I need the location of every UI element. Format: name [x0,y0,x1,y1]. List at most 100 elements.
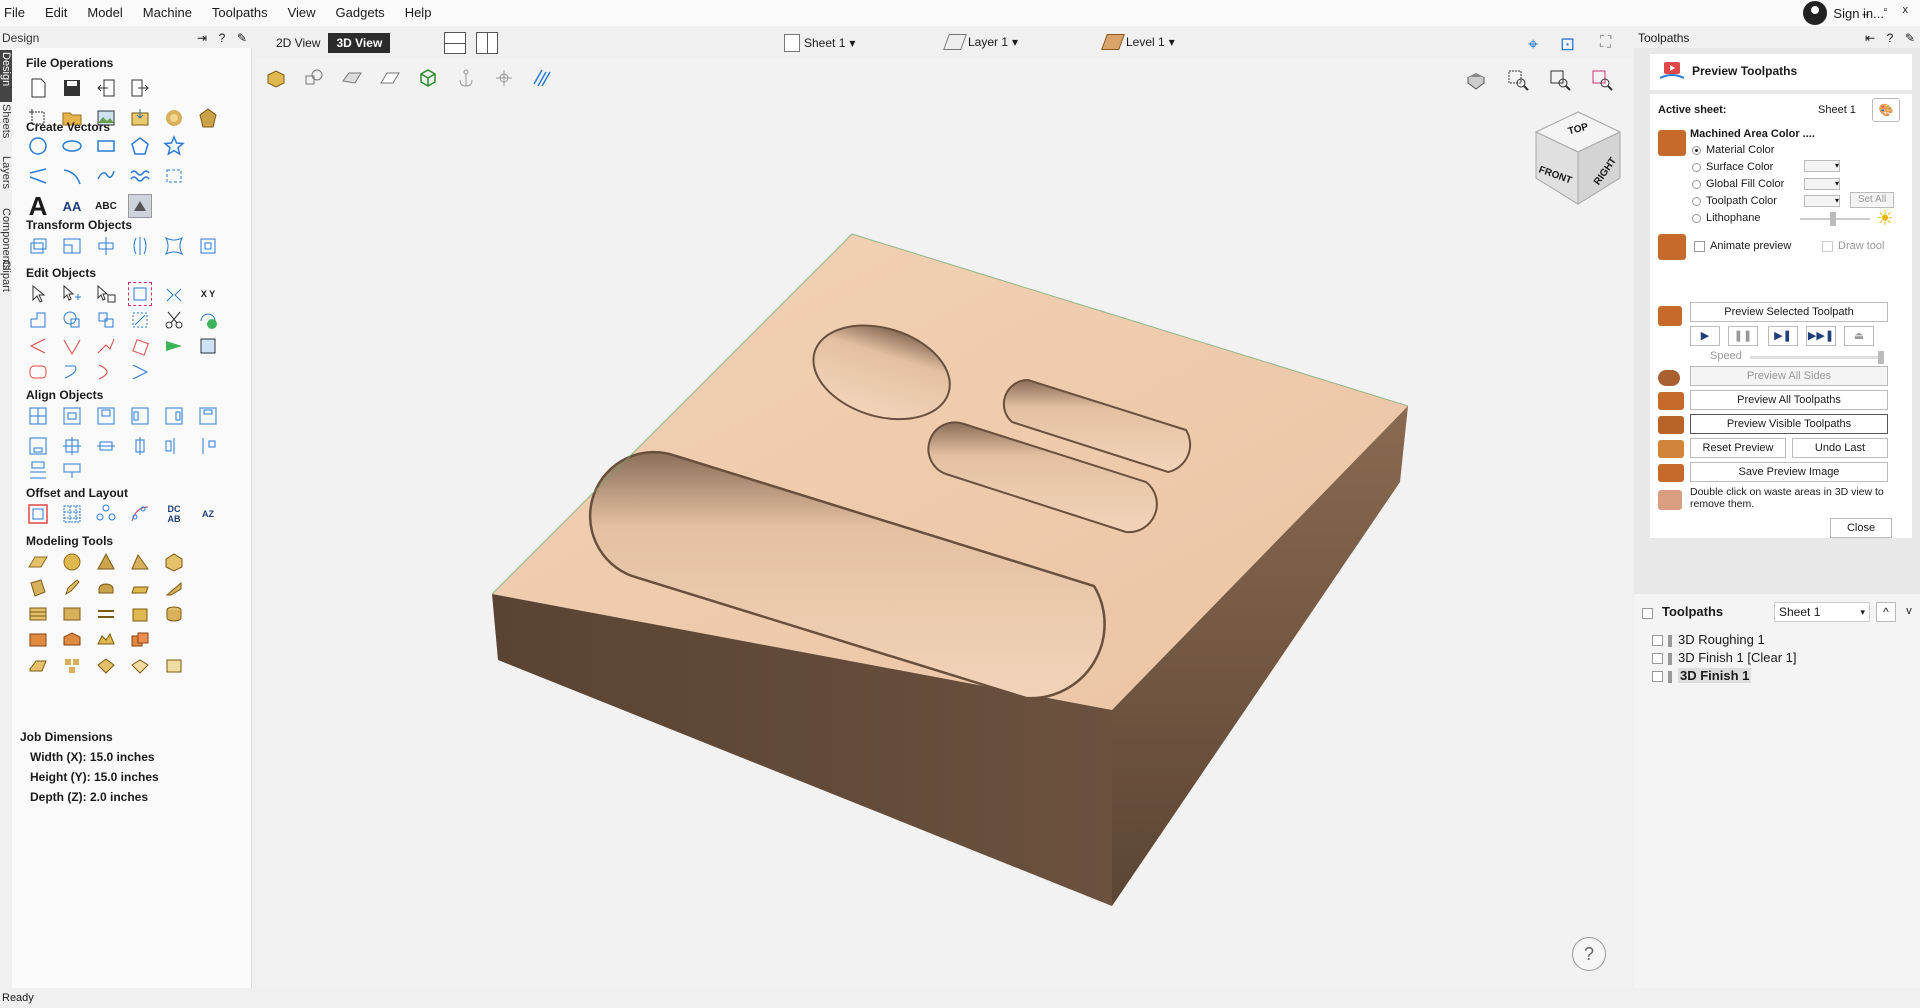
align-middle-icon[interactable] [60,404,84,428]
tab-components[interactable]: Components [0,206,12,270]
toolpath-item-3[interactable]: 3D Finish 1 [1652,668,1752,683]
node-edit-icon[interactable] [60,282,84,306]
zoom-box-icon[interactable] [1506,68,1530,92]
window-controls[interactable]: _ ▫ x [1862,4,1914,16]
sheet-dropdown[interactable]: Sheet 1 ▾ [784,34,855,52]
wave-icon[interactable] [128,164,152,188]
model-cut-icon[interactable] [60,628,84,652]
collapse-panel-icon[interactable]: ⇤ [1860,31,1880,45]
texture-icon[interactable] [196,334,220,358]
animate-preview-checkbox[interactable]: Animate preview [1694,240,1791,252]
tab-clipart[interactable]: Clipart [0,258,12,310]
close-button[interactable]: Close [1830,518,1892,538]
radio-global-fill[interactable] [1692,179,1701,189]
two-rail-icon[interactable] [128,550,152,574]
emboss-icon[interactable] [60,602,84,626]
help-button[interactable]: ? [1572,937,1606,971]
stack-model-icon[interactable] [162,602,186,626]
align-bottom-icon[interactable] [26,434,50,458]
slice-model-icon[interactable] [128,602,152,626]
align-center-both-icon[interactable] [26,404,50,428]
component-bake-icon[interactable] [94,654,118,678]
center-h-icon[interactable] [94,434,118,458]
extrude-weave-icon[interactable] [162,550,186,574]
extend-icon[interactable] [94,334,118,358]
scissors-icon[interactable] [162,308,186,332]
fullscreen-icon[interactable]: ⛶ [1600,34,1611,52]
radio-lithophane[interactable] [1692,213,1701,223]
draw-tool-checkbox[interactable]: Draw tool [1822,240,1884,252]
close-vectors-icon[interactable] [196,308,220,332]
interactive-trim-icon[interactable] [128,282,152,306]
offset-icon[interactable] [26,502,50,526]
nest-icon[interactable] [162,334,186,358]
chamfer-icon[interactable] [60,334,84,358]
lithophane-slider[interactable] [1800,212,1870,226]
rotate-icon[interactable] [94,234,118,258]
rounded-rect-icon[interactable] [26,360,50,384]
weld-icon[interactable] [162,282,186,306]
option-material-color[interactable]: Material Color [1692,144,1774,156]
toolpath-sheet-select[interactable]: Sheet 1 ▾ [1774,602,1870,622]
polygon-icon[interactable] [128,134,152,158]
option-surface-color[interactable]: Surface Color [1692,161,1773,173]
rectangle-icon[interactable] [94,134,118,158]
tab-layers[interactable]: Layers [0,154,12,206]
show-toolpaths-icon[interactable] [530,66,554,90]
clipart-icon[interactable] [162,106,186,130]
tab-3d-view[interactable]: 3D View [328,33,391,53]
distribute-h-icon[interactable] [162,434,186,458]
option-global-fill[interactable]: Global Fill Color [1692,178,1784,190]
anchor-icon[interactable] [454,66,478,90]
chevron-icon[interactable] [128,360,152,384]
align-top-icon[interactable] [94,404,118,428]
toolpaths-toggle-checkbox[interactable] [1642,608,1653,619]
nesting-icon[interactable]: DC AB [162,502,186,526]
dome-icon[interactable] [60,550,84,574]
radio-toolpath[interactable] [1692,196,1701,206]
palette-icon[interactable]: 🎨 [1872,98,1900,122]
trace-bitmap-icon[interactable] [128,194,152,218]
preview-selected-button[interactable]: Preview Selected Toolpath [1690,302,1888,322]
pin-icon[interactable]: ✎ [1900,31,1920,45]
smooth-icon[interactable] [94,360,118,384]
align-center-icon[interactable] [196,234,220,258]
view-cube[interactable]: TOP FRONT RIGHT [1528,108,1628,208]
toolpath-color-picker[interactable]: ▾ [1804,195,1840,207]
tilt-icon[interactable] [162,576,186,600]
show-wireframe-icon[interactable] [416,66,440,90]
auto-layout-text-icon[interactable]: AA [60,194,84,218]
export-icon[interactable] [128,76,152,100]
step-button[interactable]: ▶❚ [1768,326,1798,346]
distribute-v-icon[interactable] [196,434,220,458]
layer-dropdown[interactable]: Layer 1 ▾ [943,34,1018,50]
menu-help[interactable]: Help [395,0,442,26]
3d-viewport[interactable] [256,58,1632,988]
split-vertical-icon[interactable] [476,32,498,54]
align-top-right-icon[interactable] [196,404,220,428]
align-right-icon[interactable] [162,404,186,428]
save-preview-image-button[interactable]: Save Preview Image [1690,462,1888,482]
preview-all-sides-button[interactable]: Preview All Sides [1690,366,1888,386]
new-file-icon[interactable] [26,76,50,100]
smooth-model-icon[interactable] [94,576,118,600]
space-horizontal-icon[interactable] [60,458,84,482]
polyline-icon[interactable] [26,164,50,188]
component-scale-icon[interactable] [128,654,152,678]
show-vectors-icon[interactable] [302,66,326,90]
tab-2d-view[interactable]: 2D View [268,33,328,53]
save-icon[interactable] [60,76,84,100]
label-vectors-icon[interactable]: AZ [196,502,220,526]
shape-creator-icon[interactable] [26,550,50,574]
fit-view-icon[interactable]: ⊡ [1560,34,1575,55]
fade-icon[interactable] [128,576,152,600]
show-background-icon[interactable] [378,66,402,90]
weld-vectors-icon[interactable] [26,308,50,332]
preview-visible-button[interactable]: Preview Visible Toolpaths [1690,414,1888,434]
component-reset-icon[interactable] [162,654,186,678]
zoom-fit-icon[interactable] [1548,68,1572,92]
global-fill-picker[interactable]: ▾ [1804,178,1840,190]
toolpath-item-1[interactable]: 3D Roughing 1 [1652,632,1765,647]
stop-button[interactable]: ⏏ [1844,326,1874,346]
pencil-icon[interactable] [60,576,84,600]
